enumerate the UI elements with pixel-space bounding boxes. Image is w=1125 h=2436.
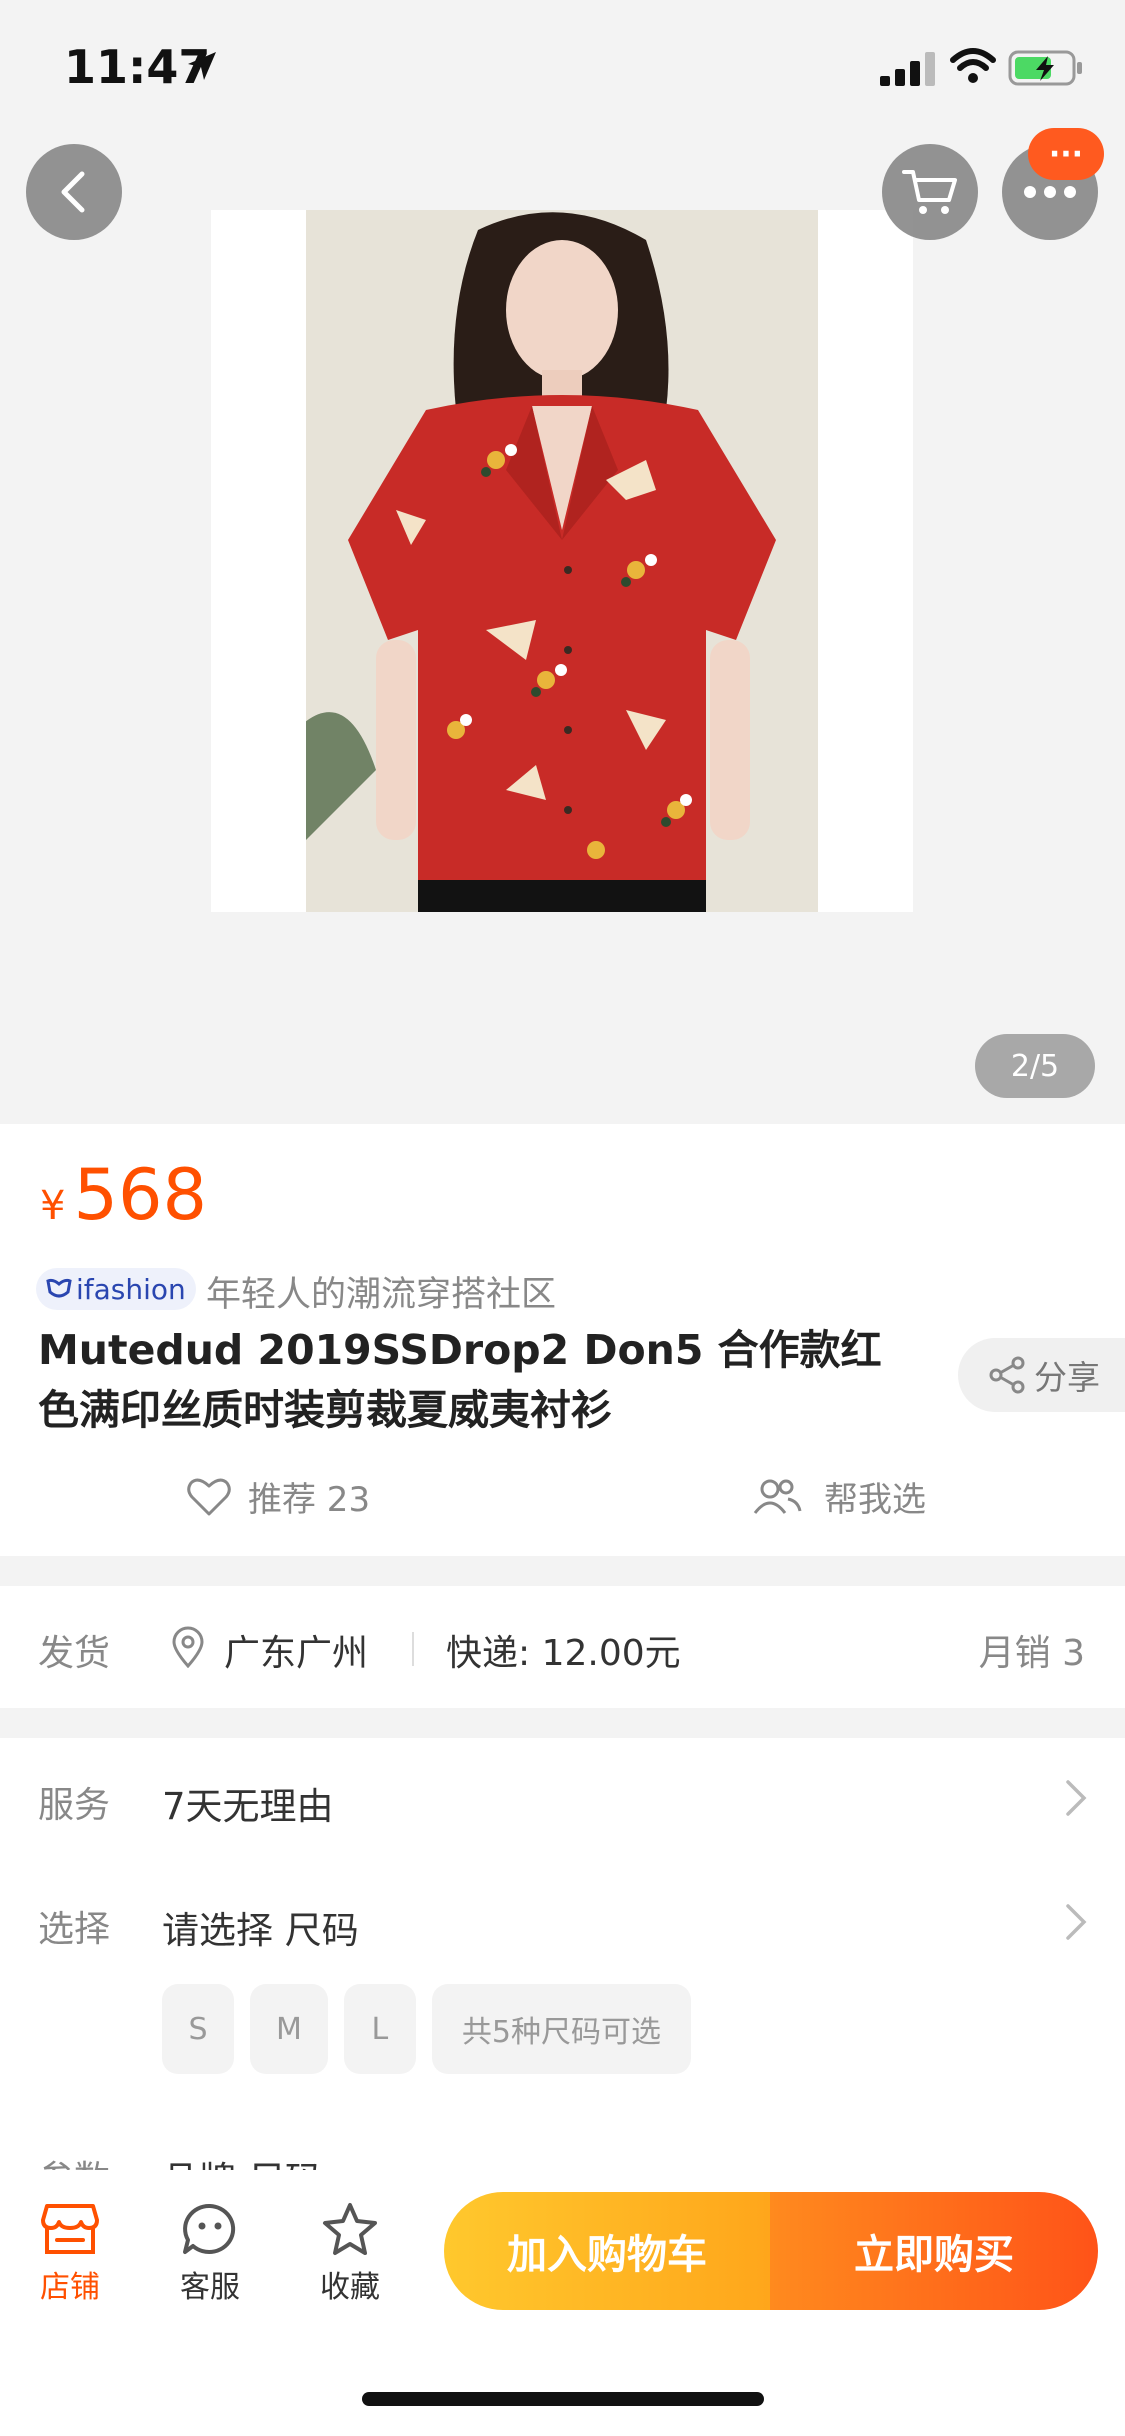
- home-indicator[interactable]: [362, 2392, 764, 2406]
- share-button[interactable]: 分享: [958, 1338, 1125, 1412]
- chevron-left-icon: [61, 171, 85, 213]
- chevron-right-icon[interactable]: [1064, 1902, 1088, 1942]
- favorite-label: 收藏: [320, 2270, 380, 2305]
- size-chip-m[interactable]: M: [250, 1984, 328, 2074]
- model-in-red-shirt-image: [306, 210, 818, 912]
- ifashion-label: ifashion: [76, 1272, 186, 1306]
- chevron-right-icon[interactable]: [1064, 1778, 1088, 1818]
- brand-tagline: 年轻人的潮流穿搭社区: [206, 1275, 557, 1315]
- recommend-button[interactable]: 推荐 23: [186, 1472, 370, 1521]
- customer-service-tab[interactable]: 客服: [160, 2202, 260, 2306]
- help-me-choose-label: 帮我选: [824, 1480, 926, 1520]
- shipping-origin: 广东广州: [224, 1633, 369, 1674]
- product-info: ¥568 ifashion 年轻人的潮流穿搭社区 Mutedud 2019SSD…: [0, 1124, 1125, 1556]
- group-icon: [753, 1479, 802, 1514]
- size-chip-more[interactable]: 共5种尺码可选: [431, 1984, 691, 2074]
- cart-button[interactable]: [882, 144, 978, 240]
- buy-now-button[interactable]: 立即购买: [770, 2192, 1098, 2310]
- product-gallery[interactable]: 2/5: [0, 130, 1125, 1124]
- recommend-label: 推荐 23: [248, 1480, 371, 1520]
- help-me-choose-button[interactable]: 帮我选: [752, 1472, 926, 1521]
- product-title: Mutedud 2019SSDrop2 Don5 合作款红色满印丝质时装剪裁夏威…: [38, 1326, 882, 1434]
- currency-symbol: ¥: [40, 1183, 66, 1229]
- cellular-signal-icon: [880, 52, 935, 86]
- share-label: 分享: [1034, 1358, 1100, 1397]
- store-icon: [41, 2204, 99, 2254]
- product-price: ¥568: [40, 1154, 207, 1236]
- customer-service-label: 客服: [180, 2270, 240, 2305]
- chat-face-icon: [183, 2203, 236, 2254]
- status-bar: 11:47: [0, 0, 1125, 130]
- divider: [412, 1632, 414, 1666]
- size-chip-l[interactable]: L: [343, 1984, 416, 2074]
- location-arrow-icon: [188, 52, 216, 80]
- size-chips: S M L 共5种尺码可选: [162, 1984, 691, 2074]
- more-dots-icon: [1024, 186, 1076, 198]
- select-size-value[interactable]: 请选择 尺码: [162, 1900, 359, 1954]
- location-pin-icon: [172, 1626, 204, 1668]
- shipping-label: 发货: [38, 1633, 111, 1674]
- wifi-icon: [950, 48, 996, 83]
- favorite-tab[interactable]: 收藏: [300, 2202, 400, 2306]
- shopping-cart-icon: [902, 170, 957, 214]
- ifashion-badge[interactable]: ifashion: [36, 1268, 196, 1310]
- star-icon: [323, 2203, 377, 2255]
- options-section: 服务 7天无理由 选择 请选择 尺码 S M L 共5种尺码可选 参数 品牌 尺…: [0, 1738, 1125, 2202]
- shipping-fee: 快递: 12.00元: [446, 1633, 681, 1674]
- store-label: 店铺: [40, 2270, 100, 2305]
- store-tab[interactable]: 店铺: [20, 2202, 120, 2306]
- shipping-row[interactable]: 发货 广东广州 快递: 12.00元 月销 3: [0, 1586, 1125, 1708]
- size-chip-s[interactable]: S: [162, 1984, 234, 2074]
- ifashion-logo-icon: [46, 1278, 72, 1298]
- price-value: 568: [73, 1154, 208, 1236]
- battery-icon: [1008, 50, 1082, 86]
- service-label: 服务: [38, 1785, 111, 1826]
- select-label: 选择: [38, 1909, 111, 1950]
- back-button[interactable]: [26, 144, 122, 240]
- gallery-page-indicator: 2/5: [975, 1034, 1095, 1098]
- heart-icon: [187, 1478, 231, 1515]
- message-badge: ···: [1028, 128, 1104, 180]
- monthly-sales: 月销 3: [978, 1633, 1085, 1674]
- purchase-actions: 加入购物车 立即购买: [444, 2192, 1098, 2310]
- add-to-cart-button[interactable]: 加入购物车: [444, 2192, 770, 2310]
- service-value[interactable]: 7天无理由: [162, 1776, 334, 1830]
- product-photo[interactable]: [306, 210, 818, 912]
- share-icon: [989, 1356, 1025, 1394]
